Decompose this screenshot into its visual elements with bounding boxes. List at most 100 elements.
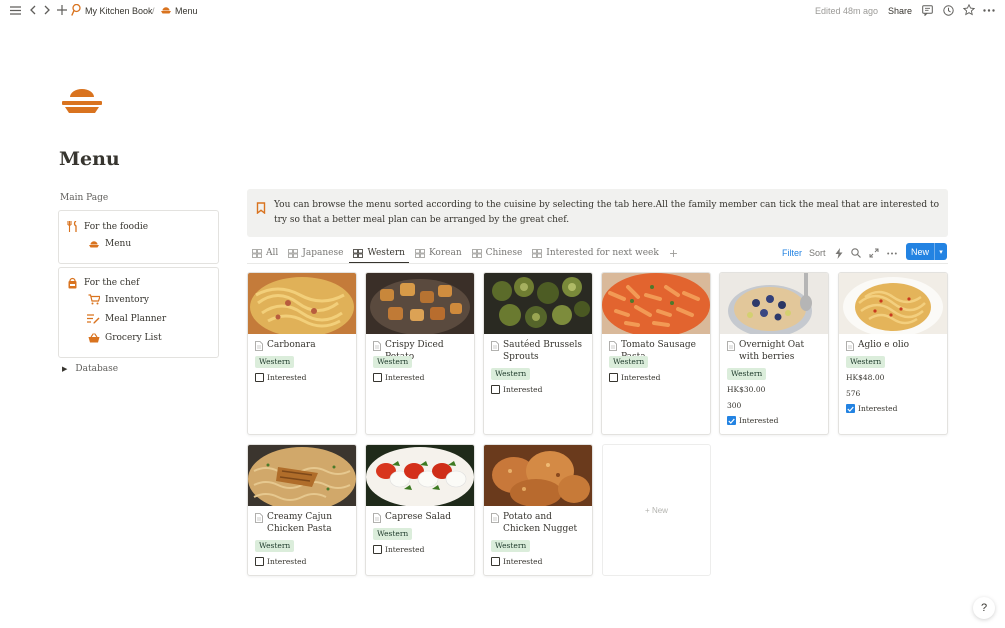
share-button[interactable]: Share	[888, 6, 912, 16]
new-button-label: New	[911, 246, 930, 257]
filter-button[interactable]: Filter	[782, 244, 802, 262]
checkbox-label: Interested	[621, 373, 661, 382]
price-value: HK$48.00	[846, 373, 885, 382]
interested-checkbox[interactable]: Interested	[727, 416, 778, 425]
help-button[interactable]: ?	[973, 597, 995, 619]
bowl-icon	[159, 3, 173, 17]
checkbox-checked-icon[interactable]	[846, 404, 855, 413]
page-title: Menu	[59, 148, 120, 170]
search-icon[interactable]	[850, 247, 862, 259]
gallery-card[interactable]: Potato and Chicken Nugget Western Intere…	[483, 444, 593, 576]
chef-header[interactable]: For the chef	[66, 277, 139, 288]
foodie-section	[58, 210, 219, 264]
checkbox-checked-icon[interactable]	[727, 416, 736, 425]
food-photo-crispy-diced-potato	[366, 273, 474, 334]
page-icon	[846, 341, 854, 351]
top-bar: My Kitchen Book / Menu Edited 48m ago Sh…	[0, 0, 1005, 22]
sort-button[interactable]: Sort	[809, 244, 826, 262]
interested-checkbox[interactable]: Interested	[491, 557, 542, 566]
gallery-card[interactable]: Aglio e olio Western HK$48.00 576 Intere…	[838, 272, 948, 435]
favorite-star-icon[interactable]	[962, 3, 976, 17]
cuisine-tag: Western	[373, 528, 413, 540]
gallery-card[interactable]: Sautéed Brussels Sprouts Western Interes…	[483, 272, 593, 435]
page-icon	[609, 341, 617, 351]
checkbox-square-icon[interactable]	[373, 373, 382, 382]
gallery-card[interactable]: Creamy Cajun Chicken Pasta Western Inter…	[247, 444, 357, 576]
checkbox-square-icon[interactable]	[255, 557, 264, 566]
gallery-icon	[288, 248, 299, 258]
page-icon	[255, 341, 263, 351]
tab-all[interactable]: All	[252, 244, 278, 262]
page-icon	[255, 513, 263, 523]
tab-korean[interactable]: Korean	[415, 244, 462, 262]
cuisine-tag: Western	[846, 356, 886, 368]
checkbox-label: Interested	[267, 373, 307, 382]
automation-bolt-icon[interactable]	[833, 247, 845, 259]
checkbox-square-icon[interactable]	[373, 545, 382, 554]
page-icon	[373, 341, 381, 351]
expand-arrows-icon[interactable]	[868, 247, 880, 259]
interested-checkbox[interactable]: Interested	[255, 373, 306, 382]
forward-icon[interactable]	[40, 3, 54, 17]
sidebar-item-meal-planner[interactable]: Meal Planner	[87, 313, 166, 324]
back-icon[interactable]	[25, 3, 39, 17]
callout-text: You can browse the menu sorted according…	[274, 200, 940, 225]
checkbox-label: Interested	[385, 373, 425, 382]
chevron-down-icon[interactable]: ▾	[935, 248, 947, 256]
interested-checkbox[interactable]: Interested	[846, 404, 897, 413]
bookmark-icon	[256, 199, 266, 215]
tab-chinese[interactable]: Chinese	[471, 244, 522, 262]
interested-checkbox[interactable]: Interested	[255, 557, 306, 566]
toggle-triangle-icon[interactable]: ▶	[62, 365, 67, 373]
breadcrumb-workspace[interactable]: My Kitchen Book	[85, 6, 153, 16]
new-card-button[interactable]: + New	[602, 444, 711, 576]
more-dots-icon[interactable]	[886, 247, 898, 259]
gallery-card[interactable]: Crispy Diced Potato Western Interested	[365, 272, 475, 435]
gallery-card[interactable]: Caprese Salad Western Interested	[365, 444, 475, 576]
cuisine-tag: Western	[255, 356, 295, 368]
checkbox-square-icon[interactable]	[491, 385, 500, 394]
sidebar-item-inventory[interactable]: Inventory	[87, 294, 149, 305]
plus-icon[interactable]	[55, 3, 69, 17]
history-clock-icon[interactable]	[941, 3, 955, 17]
comment-icon[interactable]	[920, 3, 934, 17]
edited-status: Edited 48m ago	[815, 6, 879, 16]
checkbox-label: Interested	[858, 404, 898, 413]
gallery-card[interactable]: Overnight Oat with berries Western HK$30…	[719, 272, 829, 435]
page-icon	[491, 513, 499, 523]
tab-label: Interested for next week	[546, 248, 659, 258]
tab-label: Japanese	[302, 248, 344, 258]
checkbox-square-icon[interactable]	[609, 373, 618, 382]
new-button[interactable]: New ▾	[906, 243, 947, 260]
more-options-icon[interactable]	[982, 3, 996, 17]
interested-checkbox[interactable]: Interested	[373, 373, 424, 382]
tab-interested-next-week[interactable]: Interested for next week	[532, 244, 659, 262]
food-photo-chicken-nugget	[484, 445, 592, 506]
tab-japanese[interactable]: Japanese	[288, 244, 343, 262]
gallery-card[interactable]: Tomato Sausage Pasta Western Interested	[601, 272, 711, 435]
checkbox-square-icon[interactable]	[491, 557, 500, 566]
page-bowl-icon[interactable]	[60, 88, 104, 118]
interested-checkbox[interactable]: Interested	[373, 545, 424, 554]
sidebar-item-menu[interactable]: Menu	[87, 238, 131, 249]
menu-icon[interactable]	[8, 3, 22, 17]
sidebar-item-label: Menu	[105, 238, 132, 249]
gallery-card[interactable]: Carbonara Western Interested	[247, 272, 357, 435]
database-toggle[interactable]: ▶ Database	[62, 364, 118, 374]
add-view-icon[interactable]: +	[669, 247, 678, 260]
sidebar-item-label: Inventory	[105, 294, 149, 305]
checkbox-square-icon[interactable]	[255, 373, 264, 382]
interested-checkbox[interactable]: Interested	[609, 373, 660, 382]
gallery-icon	[252, 248, 262, 258]
interested-checkbox[interactable]: Interested	[491, 385, 542, 394]
sidebar-item-grocery-list[interactable]: Grocery List	[87, 332, 162, 343]
chef-header-label: For the chef	[84, 277, 140, 288]
cart-icon	[87, 294, 100, 305]
database-label: Database	[75, 364, 119, 374]
foodie-header[interactable]: For the foodie	[66, 221, 148, 232]
chef-bag-icon	[66, 277, 79, 288]
list-edit-icon	[87, 313, 100, 324]
breadcrumb-page[interactable]: Menu	[175, 6, 198, 16]
tab-western[interactable]: Western	[349, 244, 409, 264]
workspace-whisk-icon	[69, 3, 83, 17]
